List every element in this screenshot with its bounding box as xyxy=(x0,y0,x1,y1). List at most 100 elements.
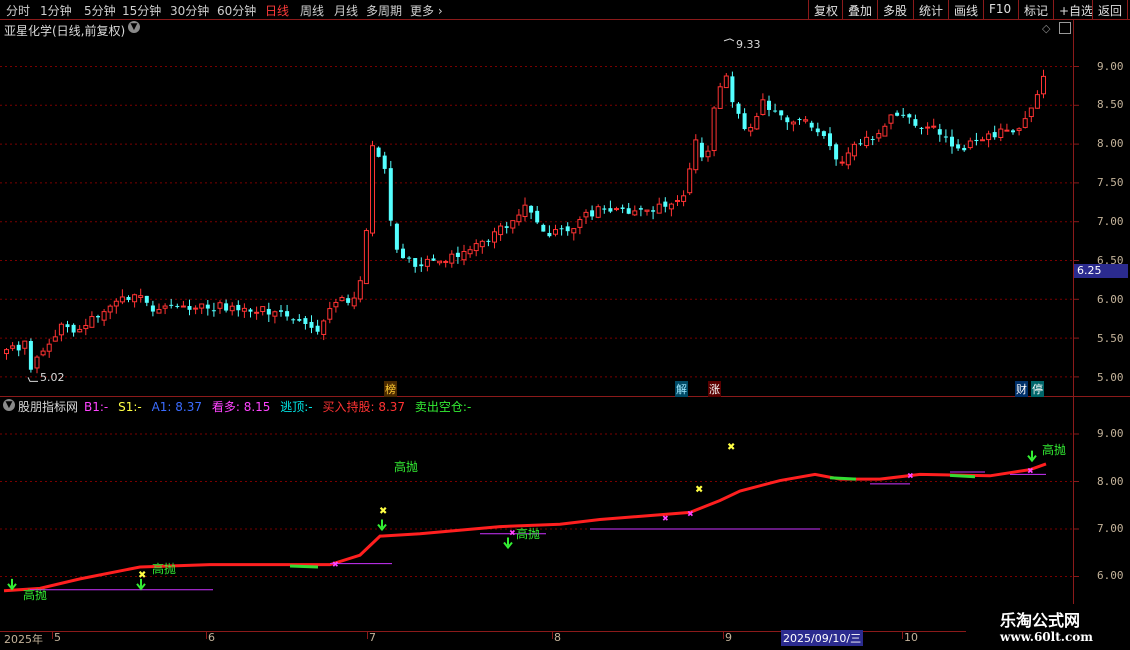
event-marker-rank[interactable]: 榜 xyxy=(384,381,397,397)
date-label: 10 xyxy=(904,631,918,644)
indicator-axis-tick: 9.00 xyxy=(1097,427,1124,440)
indicator-taoding: 逃顶:- xyxy=(280,400,313,414)
candle xyxy=(809,120,814,132)
period-tab-30min[interactable]: 30分钟 xyxy=(170,2,209,19)
period-tab-1min[interactable]: 1分钟 xyxy=(40,2,72,19)
candle-body xyxy=(711,107,717,152)
candle xyxy=(424,255,430,272)
low-pointer xyxy=(27,377,38,382)
candle xyxy=(522,197,528,222)
f10-button[interactable]: F10 xyxy=(983,0,1016,19)
candle-body xyxy=(845,152,851,166)
event-marker-finance[interactable]: 财 xyxy=(1015,381,1028,397)
candle-body xyxy=(65,324,70,328)
period-tab-daily[interactable]: 日线 xyxy=(265,2,289,19)
chevron-down-icon[interactable]: ▼ xyxy=(3,399,15,411)
candle-body xyxy=(504,226,509,228)
candle xyxy=(510,220,516,234)
candle xyxy=(65,320,70,333)
candle-body xyxy=(388,168,393,221)
candle-body xyxy=(1011,130,1015,133)
axis-tick: 6.00 xyxy=(1097,293,1124,306)
candle xyxy=(767,95,771,117)
candle-body xyxy=(790,121,796,125)
candle xyxy=(845,147,851,170)
event-marker-halt[interactable]: 停 xyxy=(1031,381,1044,397)
candle xyxy=(479,239,485,254)
candle xyxy=(675,195,680,206)
candle-body xyxy=(254,311,260,314)
candle xyxy=(297,314,302,322)
candle-body xyxy=(40,350,46,356)
candle-body xyxy=(834,144,839,160)
candle-body xyxy=(169,304,174,306)
candle xyxy=(668,202,674,217)
mark-button[interactable]: 标记 xyxy=(1018,0,1053,19)
candle-body xyxy=(229,305,235,312)
period-tab-5min[interactable]: 5分钟 xyxy=(84,2,116,19)
watermark: 乐淘公式网 www.60lt.com xyxy=(966,604,1130,650)
candle xyxy=(571,228,577,241)
fuquan-button[interactable]: 复权 xyxy=(808,0,843,19)
back-button[interactable]: 返回 xyxy=(1092,0,1129,19)
candle xyxy=(602,205,607,214)
candle xyxy=(28,338,33,373)
window-toggle-icon[interactable] xyxy=(1059,22,1071,34)
candle-body xyxy=(479,240,485,248)
candle-body xyxy=(595,206,601,218)
event-marker-unlock[interactable]: 解 xyxy=(675,381,688,397)
candle xyxy=(498,222,504,241)
period-tab-monthly[interactable]: 月线 xyxy=(334,2,358,19)
candle-body xyxy=(614,208,619,211)
candle xyxy=(339,295,345,302)
event-marker-limit-up[interactable]: 涨 xyxy=(708,381,721,397)
candle xyxy=(309,315,314,334)
candle xyxy=(748,123,754,137)
indicator-name[interactable]: 股朋指标网 xyxy=(18,398,78,415)
candle-body xyxy=(83,325,89,330)
more-label: 更多 xyxy=(410,4,435,18)
candle xyxy=(705,145,711,162)
x-marker-pink: ✖ xyxy=(509,528,516,537)
candle-body xyxy=(113,300,119,307)
draw-line-button[interactable]: 画线 xyxy=(948,0,983,19)
stock-chart[interactable]: ✖ ✖ ✖ ✖ ✖ ✖ ✖ ✖ ✖ ✖ xyxy=(0,19,1130,650)
candle-body xyxy=(291,319,296,321)
candle xyxy=(553,224,558,237)
candle xyxy=(419,257,424,272)
candle-body xyxy=(382,155,387,169)
candle-body xyxy=(34,356,40,369)
overlay-button[interactable]: 叠加 xyxy=(842,0,877,19)
multi-stock-button[interactable]: 多股 xyxy=(877,0,912,19)
period-tab-15min[interactable]: 15分钟 xyxy=(122,2,161,19)
candle xyxy=(1016,127,1022,136)
candle xyxy=(162,303,168,315)
candle-body xyxy=(516,214,522,223)
candle-body xyxy=(529,205,534,213)
statistics-button[interactable]: 统计 xyxy=(913,0,948,19)
period-tab-more[interactable]: 更多 › xyxy=(410,2,443,19)
main-gridlines xyxy=(0,66,1079,378)
period-tab-weekly[interactable]: 周线 xyxy=(300,2,324,19)
candle-body xyxy=(498,225,504,236)
period-tab-60min[interactable]: 60分钟 xyxy=(217,2,256,19)
candle xyxy=(992,125,997,140)
candle-body xyxy=(180,305,186,308)
period-tab-fenshi[interactable]: 分时 xyxy=(6,2,30,19)
period-tab-multi[interactable]: 多周期 xyxy=(366,2,402,19)
candle-body xyxy=(797,119,802,121)
candle xyxy=(455,246,460,264)
candle xyxy=(644,209,650,216)
candle-body xyxy=(760,99,766,115)
x-marker: ✖ xyxy=(138,570,146,581)
candle xyxy=(83,318,89,336)
x-marker-pink: ✖ xyxy=(332,560,339,569)
candle xyxy=(467,245,473,258)
chevron-down-icon[interactable]: ▼ xyxy=(128,21,140,33)
diamond-icon[interactable]: ◇ xyxy=(1042,22,1050,35)
candle-body xyxy=(71,324,76,333)
candle xyxy=(626,202,631,215)
candle xyxy=(382,151,387,174)
high-pointer xyxy=(723,38,735,42)
indicator-gridlines xyxy=(0,433,1079,577)
